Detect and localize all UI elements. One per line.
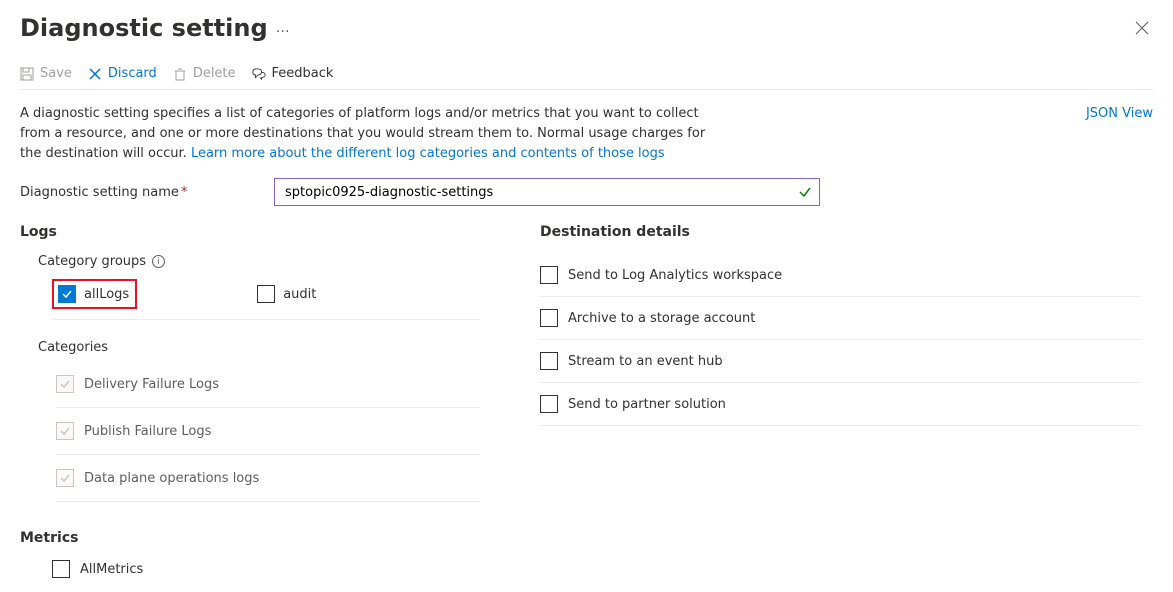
- alllogs-label: allLogs: [84, 287, 129, 302]
- setting-name-input-wrap: [274, 178, 820, 206]
- setting-name-label: Diagnostic setting name*: [20, 185, 260, 200]
- feedback-button[interactable]: Feedback: [252, 66, 334, 81]
- alllogs-highlight: allLogs: [52, 279, 137, 309]
- checkbox-checked-icon: [58, 285, 76, 303]
- checkbox-disabled-icon: [56, 469, 74, 487]
- logs-heading: Logs: [20, 224, 480, 240]
- info-icon[interactable]: i: [152, 255, 165, 268]
- delete-icon: [173, 67, 187, 81]
- checkbox-icon: [540, 352, 558, 370]
- title-group: Diagnostic setting …: [20, 14, 291, 42]
- allmetrics-label: AllMetrics: [80, 562, 143, 577]
- learn-more-link[interactable]: Learn more about the different log categ…: [191, 146, 665, 161]
- categories-list: Delivery Failure Logs Publish Failure Lo…: [56, 361, 480, 502]
- delete-button[interactable]: Delete: [173, 66, 236, 81]
- main-columns: Logs Category groups i allLogs audit Cat…: [20, 224, 1153, 578]
- setting-name-input[interactable]: [274, 178, 820, 206]
- destination-label: Send to Log Analytics workspace: [568, 268, 782, 283]
- category-item[interactable]: Data plane operations logs: [56, 455, 480, 502]
- page-title: Diagnostic setting: [20, 14, 268, 42]
- category-label: Delivery Failure Logs: [84, 377, 219, 392]
- save-button[interactable]: Save: [20, 66, 72, 81]
- checkbox-icon: [540, 395, 558, 413]
- more-actions-button[interactable]: …: [276, 20, 291, 36]
- required-asterisk: *: [181, 185, 188, 200]
- category-item[interactable]: Delivery Failure Logs: [56, 361, 480, 408]
- checkbox-icon: [540, 266, 558, 284]
- description-row: A diagnostic setting specifies a list of…: [20, 104, 1153, 164]
- destination-item[interactable]: Send to partner solution: [540, 383, 1140, 426]
- valid-check-icon: [798, 185, 812, 199]
- destination-label: Stream to an event hub: [568, 354, 723, 369]
- category-label: Data plane operations logs: [84, 471, 259, 486]
- save-icon: [20, 67, 34, 81]
- destination-label: Send to partner solution: [568, 397, 726, 412]
- discard-label: Discard: [108, 66, 157, 81]
- category-label: Publish Failure Logs: [84, 424, 211, 439]
- discard-button[interactable]: Discard: [88, 66, 157, 81]
- categories-label: Categories: [38, 340, 480, 355]
- destinations-column: Destination details Send to Log Analytic…: [540, 224, 1140, 426]
- checkbox-disabled-icon: [56, 375, 74, 393]
- category-groups-row: allLogs audit: [52, 279, 480, 320]
- alllogs-checkbox-item[interactable]: allLogs: [58, 285, 129, 303]
- close-icon: [1135, 21, 1149, 35]
- destination-item[interactable]: Stream to an event hub: [540, 340, 1140, 383]
- destinations-heading: Destination details: [540, 224, 1140, 240]
- checkbox-icon: [257, 285, 275, 303]
- close-button[interactable]: [1131, 17, 1153, 39]
- feedback-label: Feedback: [272, 66, 334, 81]
- discard-icon: [88, 67, 102, 81]
- audit-checkbox-item[interactable]: audit: [257, 279, 316, 309]
- metrics-heading: Metrics: [20, 530, 480, 546]
- destination-item[interactable]: Send to Log Analytics workspace: [540, 254, 1140, 297]
- description-text: A diagnostic setting specifies a list of…: [20, 104, 720, 164]
- save-label: Save: [40, 66, 72, 81]
- toolbar: Save Discard Delete Feedback: [20, 66, 1153, 90]
- category-item[interactable]: Publish Failure Logs: [56, 408, 480, 455]
- category-groups-label: Category groups i: [38, 254, 480, 269]
- feedback-icon: [252, 67, 266, 81]
- destination-label: Archive to a storage account: [568, 311, 755, 326]
- checkbox-icon: [540, 309, 558, 327]
- setting-name-row: Diagnostic setting name*: [20, 178, 1153, 206]
- destination-item[interactable]: Archive to a storage account: [540, 297, 1140, 340]
- logs-column: Logs Category groups i allLogs audit Cat…: [20, 224, 480, 578]
- destinations-list: Send to Log Analytics workspace Archive …: [540, 254, 1140, 426]
- checkbox-disabled-icon: [56, 422, 74, 440]
- delete-label: Delete: [193, 66, 236, 81]
- page-header: Diagnostic setting …: [20, 14, 1153, 42]
- json-view-link[interactable]: JSON View: [1086, 104, 1153, 121]
- audit-label: audit: [283, 287, 316, 302]
